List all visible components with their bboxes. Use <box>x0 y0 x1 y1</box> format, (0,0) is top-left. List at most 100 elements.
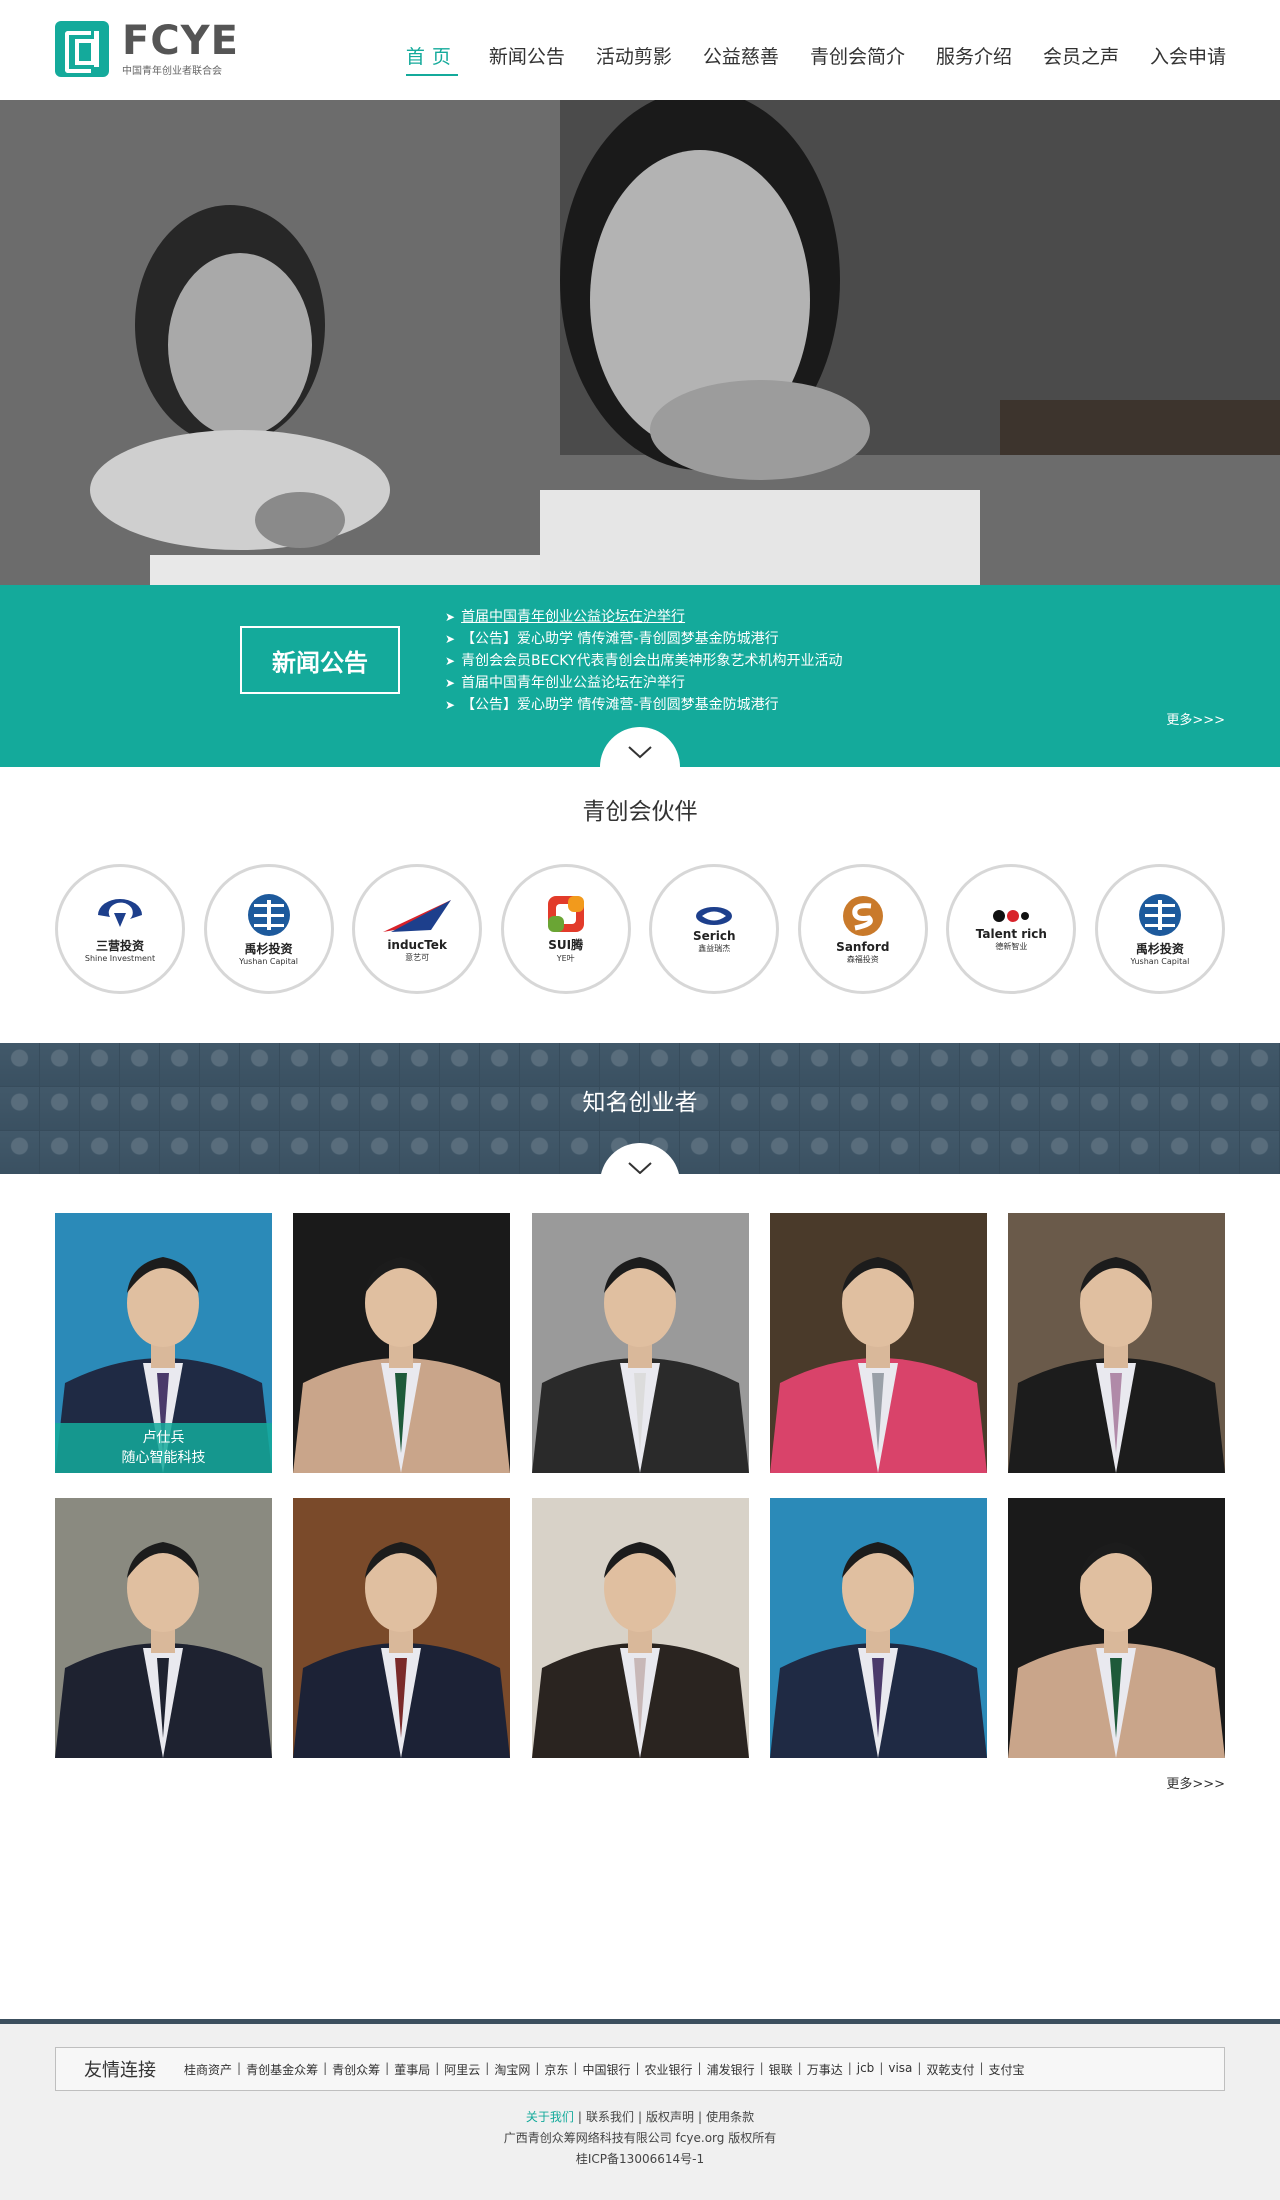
entrepreneur-card[interactable] <box>55 1498 272 1758</box>
nav-services[interactable]: 服务介绍 <box>936 42 1012 76</box>
mosaic-tile <box>360 1131 400 1174</box>
friend-link[interactable]: 青创众筹 <box>332 2061 380 2078</box>
mosaic-tile <box>320 1043 360 1087</box>
divider: | <box>847 2060 852 2075</box>
friend-link[interactable]: 董事局 <box>394 2061 430 2078</box>
arrow-right-icon: ➤ <box>445 632 456 646</box>
news-item[interactable]: ➤ 首届中国青年创业公益论坛在沪举行 <box>445 672 843 694</box>
nav-home[interactable]: 首页 <box>405 42 458 76</box>
arrow-right-icon: ➤ <box>445 610 456 624</box>
mosaic-tile <box>1040 1131 1080 1174</box>
divider: | <box>917 2060 922 2075</box>
entrepreneur-card[interactable] <box>769 1213 987 1473</box>
mosaic-tile <box>440 1131 480 1174</box>
news-section: 新闻公告 ➤ 首届中国青年创业公益论坛在沪举行 ➤ 【公告】爱心助学 情传滩营-青创… <box>0 585 1280 767</box>
friend-link[interactable]: 阿里云 <box>444 2061 480 2078</box>
friend-link[interactable]: 浦发银行 <box>707 2061 755 2078</box>
friend-link[interactable]: 淘宝网 <box>494 2061 530 2078</box>
mosaic-tile <box>520 1043 560 1087</box>
news-item[interactable]: ➤ 【公告】爱心助学 情传滩营-青创圆梦基金防城港行 <box>445 628 843 650</box>
mosaic-tile <box>80 1131 120 1174</box>
yushan-capital-logo-icon <box>1138 894 1181 936</box>
mosaic-tile <box>1000 1131 1040 1174</box>
mosaic-tile <box>240 1043 280 1087</box>
mosaic-tile <box>0 1131 40 1174</box>
mosaic-tile <box>1240 1043 1280 1087</box>
mosaic-tile <box>240 1131 280 1174</box>
mosaic-tile <box>1120 1043 1160 1087</box>
friend-link[interactable]: 银联 <box>769 2061 793 2078</box>
mosaic-tile <box>40 1131 80 1174</box>
news-item[interactable]: ➤ 首届中国青年创业公益论坛在沪举行 <box>445 606 843 628</box>
hero-banner-image <box>0 100 1280 585</box>
friend-link[interactable]: 京东 <box>544 2061 568 2078</box>
portrait-photo-icon <box>55 1498 272 1758</box>
scroll-down-tab[interactable] <box>600 727 680 767</box>
entrepreneur-card[interactable] <box>1008 1498 1225 1758</box>
entrepreneur-card[interactable] <box>293 1498 511 1758</box>
mosaic-tile <box>1040 1043 1080 1087</box>
nav-charity[interactable]: 公益慈善 <box>703 42 779 76</box>
entrepreneur-card[interactable] <box>531 1213 749 1473</box>
partner-logo[interactable]: 禹杉投资 Yushan Capital <box>1094 864 1225 994</box>
news-more-link[interactable]: 更多>>> <box>1166 709 1225 728</box>
divider: | <box>979 2060 984 2075</box>
mosaic-tile <box>840 1131 880 1174</box>
nav-about[interactable]: 青创会简介 <box>810 42 905 76</box>
mosaic-tile <box>680 1131 720 1174</box>
divider: | <box>435 2060 440 2075</box>
nav-news[interactable]: 新闻公告 <box>489 42 565 76</box>
footer-link-terms[interactable]: 使用条款 <box>706 2110 754 2124</box>
nav-activities[interactable]: 活动剪影 <box>596 42 672 76</box>
friend-link[interactable]: jcb <box>857 2061 875 2078</box>
mosaic-tile <box>560 1043 600 1087</box>
mosaic-tile <box>880 1043 920 1087</box>
partner-logo[interactable]: Sanford 森福投资 <box>797 864 928 994</box>
mosaic-tile <box>920 1131 960 1174</box>
mosaic-tile <box>1160 1043 1200 1087</box>
friend-link[interactable]: 农业银行 <box>645 2061 693 2078</box>
friend-link[interactable]: 支付宝 <box>989 2061 1025 2078</box>
mosaic-tile <box>1200 1043 1240 1087</box>
entrepreneur-card[interactable] <box>769 1498 987 1758</box>
mosaic-tile <box>1080 1131 1120 1174</box>
partner-logo[interactable]: Talent rich 德新智业 <box>946 864 1077 994</box>
partner-logo[interactable]: Serich 鑫益瑞杰 <box>649 864 780 994</box>
footer-link-about[interactable]: 关于我们 <box>526 2110 574 2124</box>
footer-link-copyright[interactable]: 版权声明 <box>646 2110 694 2124</box>
friend-link[interactable]: visa <box>888 2061 912 2078</box>
mosaic-tile <box>1240 1131 1280 1174</box>
friend-link[interactable]: 万事达 <box>807 2061 843 2078</box>
logo-mark-icon <box>55 21 109 77</box>
nav-join[interactable]: 入会申请 <box>1150 42 1226 76</box>
partner-logo[interactable]: SUI腾 YE叶 <box>500 864 631 994</box>
news-list: ➤ 首届中国青年创业公益论坛在沪举行 ➤ 【公告】爱心助学 情传滩营-青创圆梦基金防… <box>445 606 843 716</box>
mosaic-tile <box>920 1043 960 1087</box>
nav-members-voice[interactable]: 会员之声 <box>1043 42 1119 76</box>
friend-link[interactable]: 青创基金众筹 <box>246 2061 318 2078</box>
partner-logo[interactable]: inducTek 意艺可 <box>352 864 483 994</box>
news-item[interactable]: ➤ 【公告】爱心助学 情传滩营-青创圆梦基金防城港行 <box>445 694 843 716</box>
entrepreneur-card[interactable] <box>293 1213 511 1473</box>
news-section-title[interactable]: 新闻公告 <box>240 626 400 694</box>
friend-link[interactable]: 双乾支付 <box>926 2061 974 2078</box>
portrait-photo-icon <box>531 1213 749 1473</box>
mosaic-tile <box>480 1131 520 1174</box>
mosaic-tile <box>200 1131 240 1174</box>
partner-logo[interactable]: 禹杉投资 Yushan Capital <box>203 864 334 994</box>
entrepreneur-card[interactable] <box>1008 1213 1225 1473</box>
portrait-photo-icon <box>1008 1498 1225 1758</box>
friend-link[interactable]: 中国银行 <box>582 2061 630 2078</box>
hero-photo-children-icon <box>0 100 1280 585</box>
site-logo[interactable]: FCYE 中国青年创业者联合会 <box>55 21 239 77</box>
mosaic-tile <box>120 1131 160 1174</box>
entrepreneur-card[interactable]: 卢仕兵 随心智能科技 <box>55 1213 272 1473</box>
entrepreneurs-more-link[interactable]: 更多>>> <box>1166 1773 1225 1792</box>
mosaic-tile <box>400 1043 440 1087</box>
mosaic-tile <box>960 1043 1000 1087</box>
footer-link-contact[interactable]: 联系我们 <box>586 2110 634 2124</box>
news-item[interactable]: ➤ 青创会会员BECKY代表青创会出席美神形象艺术机构开业活动 <box>445 650 843 672</box>
friend-link[interactable]: 桂商资产 <box>184 2061 232 2078</box>
entrepreneur-card[interactable] <box>531 1498 749 1758</box>
partner-logo[interactable]: 三营投资 Shine Investment <box>55 864 185 994</box>
